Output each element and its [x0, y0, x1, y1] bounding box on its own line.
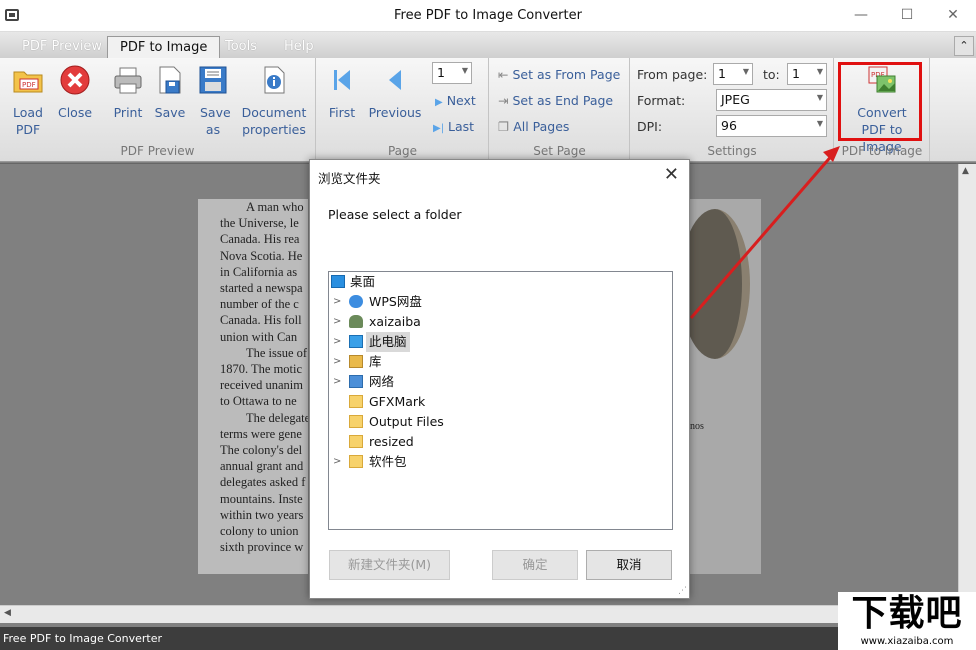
user-icon: [349, 315, 363, 328]
library-icon: [349, 355, 363, 368]
chevron-right-icon: >: [333, 376, 342, 387]
folder-icon: [349, 435, 363, 448]
cloud-icon: [349, 295, 363, 308]
folder-icon: [349, 415, 363, 428]
folder-icon: [349, 455, 363, 468]
watermark: 下载吧 www.xiazaiba.com: [838, 592, 976, 650]
desktop-icon: [331, 275, 345, 288]
dialog-title: 浏览文件夹: [318, 171, 381, 186]
chevron-right-icon: >: [333, 336, 342, 347]
ok-button[interactable]: 确定: [492, 550, 578, 580]
chevron-right-icon: >: [333, 296, 342, 307]
new-folder-button[interactable]: 新建文件夹(M): [329, 550, 450, 580]
dialog-message: Please select a folder: [328, 207, 462, 222]
browse-folder-dialog: 浏览文件夹 ✕ Please select a folder 桌面 > WPS网…: [309, 159, 690, 599]
chevron-right-icon: >: [333, 316, 342, 327]
horizontal-scrollbar[interactable]: ◀: [0, 605, 976, 623]
status-bar: Free PDF to Image Converter: [0, 627, 976, 650]
dialog-close-button[interactable]: ✕: [664, 164, 679, 185]
cancel-button[interactable]: 取消: [586, 550, 672, 580]
chevron-right-icon: >: [333, 456, 342, 467]
chevron-right-icon: >: [333, 356, 342, 367]
resize-grip-icon[interactable]: ⋰: [678, 586, 687, 596]
folder-icon: [349, 395, 363, 408]
network-icon: [349, 375, 363, 388]
computer-icon: [349, 335, 363, 348]
watermark-url: www.xiazaiba.com: [860, 636, 954, 647]
watermark-text: 下载吧: [851, 593, 963, 634]
scroll-left-icon: ◀: [4, 608, 11, 618]
folder-tree[interactable]: 桌面 > WPS网盘 > xaizaiba > 此电脑 > 库 > 网络 GFX…: [328, 271, 673, 530]
